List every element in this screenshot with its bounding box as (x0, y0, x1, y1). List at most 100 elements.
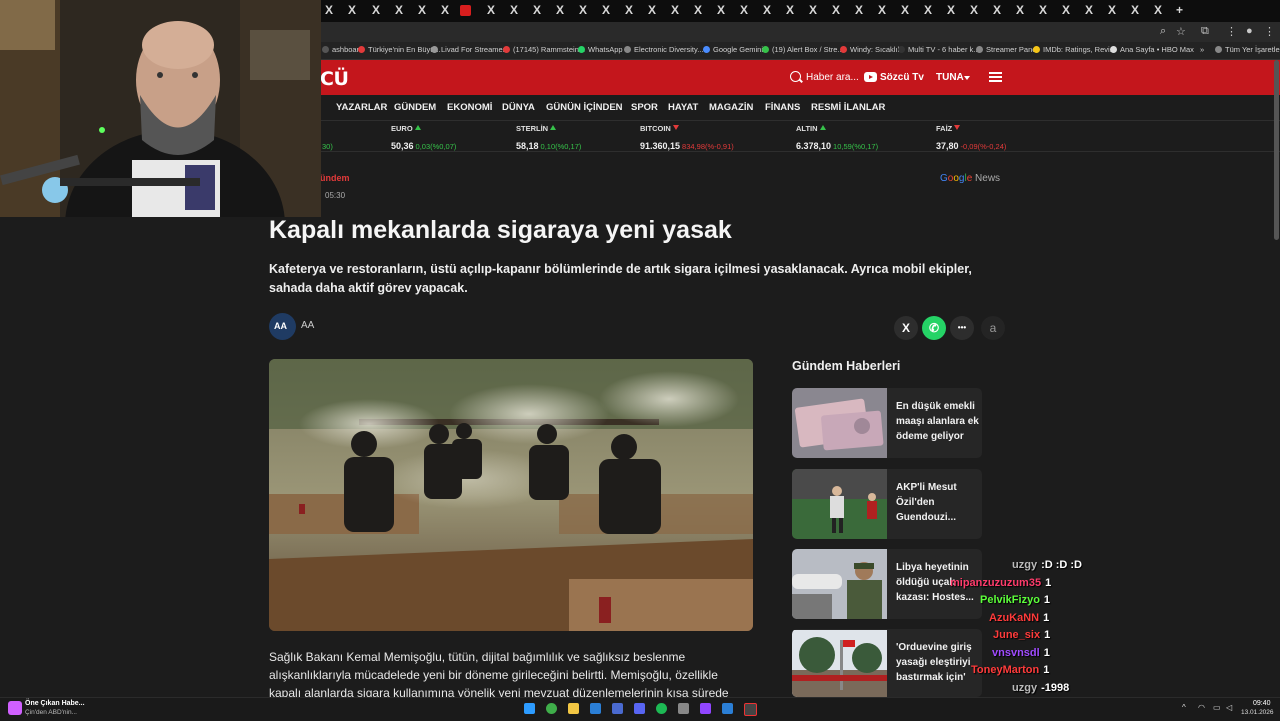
tab-close-icon[interactable]: X (648, 3, 656, 17)
tab-close-icon[interactable]: X (694, 3, 702, 17)
twitch-icon[interactable] (700, 703, 711, 714)
more-icon[interactable]: ⋮ (1264, 25, 1275, 38)
user-menu[interactable]: TUNA (936, 72, 964, 83)
tab-close-icon[interactable]: X (740, 3, 748, 17)
news-card[interactable]: AKP'li Mesut Özil'den Guendouzi... (792, 469, 982, 539)
tab-close-icon[interactable]: X (1154, 3, 1162, 17)
tab-close-icon[interactable]: X (602, 3, 610, 17)
news-widget-icon[interactable] (8, 701, 22, 715)
ticker-item[interactable]: 30) (320, 124, 333, 154)
tab-close-icon[interactable]: X (1016, 3, 1024, 17)
ticker-item[interactable]: ALTIN 6.378,10 10,59(%0,17) (796, 124, 878, 154)
monitor-icon[interactable]: ▭ (1213, 703, 1221, 712)
tab-close-icon[interactable]: X (533, 3, 541, 17)
nav-item[interactable]: DÜNYA (502, 102, 535, 113)
tab-close-icon[interactable]: X (487, 3, 495, 17)
app-icon[interactable] (590, 703, 601, 714)
share-whatsapp-button[interactable]: ✆ (922, 316, 946, 340)
tab-close-icon[interactable]: X (901, 3, 909, 17)
share-x-button[interactable]: X (894, 316, 918, 340)
tab-close-icon[interactable]: X (348, 3, 356, 17)
font-size-button[interactable]: a (981, 316, 1005, 340)
nav-item[interactable]: RESMİ İLANLAR (811, 102, 885, 113)
tab-close-icon[interactable]: X (1039, 3, 1047, 17)
source-name[interactable]: AA (301, 320, 314, 331)
ticker-item[interactable]: STERLİN 58,18 0,10(%0,17) (516, 124, 581, 154)
folder-icon[interactable] (568, 703, 579, 714)
zoom-icon[interactable]: ⌕ (1160, 25, 1166, 38)
search-input[interactable]: Haber ara... (806, 72, 859, 83)
steam-icon[interactable] (612, 703, 623, 714)
news-widget-subtitle[interactable]: Çin'den ABD'nin... (25, 709, 77, 716)
google-news-link[interactable]: Google News (940, 173, 1000, 184)
source-logo[interactable] (269, 313, 296, 340)
nav-item[interactable]: HAYAT (668, 102, 698, 113)
youtube-icon[interactable] (864, 72, 877, 82)
nav-item[interactable]: MAGAZİN (709, 102, 753, 113)
spotify-icon[interactable] (656, 703, 667, 714)
tab-close-icon[interactable]: X (1108, 3, 1116, 17)
tab-close-icon[interactable]: X (1131, 3, 1139, 17)
tv-link[interactable]: Sözcü Tv (880, 72, 924, 83)
nav-item[interactable]: EKONOMİ (447, 102, 492, 113)
clock-time[interactable]: 09:40 (1253, 700, 1271, 707)
bookmark-item[interactable]: Ana Sayfa • HBO Max (1110, 45, 1194, 54)
bookmark-item[interactable]: Google Gemini (703, 45, 763, 54)
tab-close-icon[interactable]: X (763, 3, 771, 17)
bookmark-item[interactable]: WhatsApp (578, 45, 623, 54)
chrome-icon[interactable] (546, 703, 557, 714)
tab-close-icon[interactable]: X (372, 3, 380, 17)
nav-item[interactable]: SPOR (631, 102, 658, 113)
tab-close-icon[interactable]: X (809, 3, 817, 17)
news-card[interactable]: En düşük emekli maaşı alanlara ek ödeme … (792, 388, 982, 458)
bookmark-item[interactable]: (19) Alert Box / Stre... (762, 45, 844, 54)
tab-close-icon[interactable]: X (556, 3, 564, 17)
tab-close-icon[interactable]: X (1062, 3, 1070, 17)
bookmark-item[interactable]: Windy: Sıcaklık (840, 45, 901, 54)
news-widget-title[interactable]: Öne Çıkan Habe... (25, 700, 85, 707)
tab-close-icon[interactable]: X (579, 3, 587, 17)
new-tab-button[interactable]: + (1176, 3, 1183, 17)
nav-item[interactable]: YAZARLAR (336, 102, 387, 113)
bookmark-star-icon[interactable]: ☆ (1176, 25, 1186, 38)
chevron-down-icon[interactable] (964, 76, 970, 80)
hamburger-menu-icon[interactable] (989, 72, 1002, 82)
obs-icon[interactable] (744, 703, 757, 716)
tab-close-icon[interactable]: X (924, 3, 932, 17)
bookmark-item[interactable]: (17145) Rammstein... (503, 45, 585, 54)
start-icon[interactable] (524, 703, 535, 714)
tab-close-icon[interactable]: X (993, 3, 1001, 17)
tab-close-icon[interactable]: X (947, 3, 955, 17)
ticker-item[interactable]: FAİZ 37,80 -0,09(%-0,24) (936, 124, 1006, 154)
tab-close-icon[interactable]: X (855, 3, 863, 17)
bookmark-item[interactable]: Electronic Diversity... (624, 45, 703, 54)
news-title[interactable]: En düşük emekli maaşı alanlara ek ödeme … (896, 399, 980, 444)
article-category[interactable]: ündem (320, 173, 350, 183)
nav-item[interactable]: GÜNDEM (394, 102, 436, 113)
ticker-item[interactable]: EURO 50,36 0,03(%0,07) (391, 124, 456, 154)
tab-close-icon[interactable]: X (717, 3, 725, 17)
app-icon[interactable] (722, 703, 733, 714)
bookmark-item[interactable]: Türkiye'nin En Büyü... (358, 45, 441, 54)
tab-close-icon[interactable]: X (786, 3, 794, 17)
bookmark-item[interactable]: » (1190, 45, 1204, 54)
app-icon[interactable] (678, 703, 689, 714)
extensions-icon[interactable]: ⧉ (1201, 25, 1209, 38)
page-scrollbar[interactable] (1274, 60, 1279, 240)
bookmark-item[interactable]: Streamer Panel (976, 45, 1038, 54)
bookmark-item[interactable]: Multi TV - 6 haber k... (898, 45, 980, 54)
tab-close-icon[interactable]: X (671, 3, 679, 17)
tab-close-icon[interactable]: X (325, 3, 333, 17)
news-title[interactable]: AKP'li Mesut Özil'den Guendouzi... (896, 480, 980, 525)
tab-close-icon[interactable]: X (395, 3, 403, 17)
wifi-icon[interactable]: ◠ (1198, 703, 1205, 712)
bookmark-item[interactable]: IMDb: Ratings, Revi... (1033, 45, 1116, 54)
search-icon[interactable] (790, 71, 801, 82)
discord-icon[interactable] (634, 703, 645, 714)
tab-close-icon[interactable]: X (832, 3, 840, 17)
volume-icon[interactable]: ◁ (1226, 703, 1232, 712)
tab-close-icon[interactable]: X (441, 3, 449, 17)
site-logo[interactable]: CÜ (320, 68, 349, 90)
bookmark-item[interactable]: Tüm Yer İşaretleri (1215, 45, 1280, 54)
menu-dots-icon[interactable]: ⋮ (1226, 25, 1237, 38)
